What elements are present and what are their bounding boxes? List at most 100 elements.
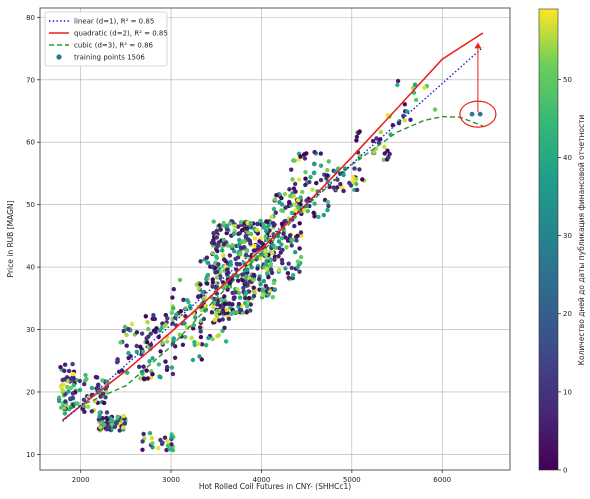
data-point — [298, 254, 304, 260]
data-point — [356, 130, 361, 135]
data-point — [121, 414, 126, 419]
data-point — [115, 414, 120, 419]
data-point — [172, 355, 178, 360]
data-point — [316, 214, 321, 220]
data-point — [128, 354, 133, 359]
data-point — [112, 424, 118, 429]
data-point — [272, 257, 277, 262]
data-point — [408, 117, 413, 123]
data-point — [156, 362, 162, 367]
data-point — [311, 210, 316, 215]
data-point — [296, 177, 302, 182]
data-point — [288, 193, 293, 199]
data-point — [347, 180, 352, 186]
data-point — [143, 314, 148, 319]
data-point — [196, 286, 201, 291]
data-point — [292, 202, 298, 207]
data-point — [270, 250, 275, 255]
data-point — [150, 441, 155, 446]
data-point — [77, 387, 83, 393]
data-point — [281, 231, 286, 236]
data-point — [165, 364, 170, 370]
data-point — [62, 411, 68, 416]
data-point — [222, 301, 228, 306]
data-point — [124, 332, 129, 338]
data-point — [140, 439, 145, 444]
data-point — [102, 422, 107, 427]
data-point — [171, 306, 176, 311]
data-point — [224, 307, 229, 313]
data-point — [210, 264, 215, 269]
data-point — [151, 313, 156, 318]
data-point — [171, 336, 176, 341]
data-point — [124, 343, 129, 348]
data-point — [312, 170, 317, 175]
data-point — [68, 385, 74, 391]
data-point — [122, 324, 128, 330]
data-point — [258, 282, 263, 287]
data-point — [282, 191, 288, 197]
x-tick-label: 3000 — [162, 476, 180, 484]
data-point — [137, 364, 142, 369]
data-point — [162, 323, 167, 329]
data-point — [215, 334, 220, 339]
y-tick-label: 60 — [26, 139, 35, 147]
data-point — [198, 282, 203, 287]
data-point — [263, 234, 268, 239]
data-point — [211, 230, 216, 236]
data-point — [70, 361, 75, 367]
data-point — [413, 97, 419, 103]
legend-marker — [56, 54, 62, 60]
data-point — [134, 349, 139, 354]
data-point — [248, 241, 253, 246]
data-point — [286, 275, 291, 280]
data-point — [276, 254, 281, 259]
data-point — [70, 391, 76, 396]
y-tick-label: 80 — [26, 14, 35, 22]
data-point — [354, 134, 360, 139]
data-point — [216, 262, 221, 267]
data-point — [354, 187, 360, 193]
chart-figure: 2000 3000 4000 5000 6000 1020304050607080 Ho… — [6, 7, 586, 491]
data-point — [236, 231, 241, 237]
data-point — [273, 245, 278, 250]
data-point — [286, 261, 291, 266]
data-point — [204, 276, 209, 282]
data-point — [178, 309, 184, 314]
data-point — [318, 163, 324, 168]
data-point — [318, 177, 324, 183]
data-point — [279, 202, 285, 207]
data-point — [214, 235, 219, 240]
data-point — [273, 210, 278, 215]
data-point — [165, 439, 170, 444]
data-point — [354, 181, 359, 187]
data-point — [283, 235, 288, 240]
data-point — [268, 257, 273, 262]
data-point — [150, 356, 155, 361]
data-point — [382, 144, 387, 150]
data-point — [303, 169, 308, 175]
data-point — [274, 193, 279, 198]
legend: linear (d=1), R² = 0.85 quadratic (d=2), … — [44, 11, 168, 67]
data-point — [326, 203, 331, 209]
data-point — [232, 223, 237, 229]
data-point — [197, 325, 203, 330]
data-point — [254, 228, 260, 233]
data-point — [236, 278, 241, 283]
data-point — [422, 85, 427, 90]
data-point — [212, 241, 217, 246]
data-point — [217, 318, 222, 323]
data-point — [223, 339, 229, 344]
data-point — [351, 175, 356, 180]
data-point — [129, 321, 135, 327]
data-point — [174, 312, 179, 317]
data-point — [326, 159, 331, 164]
data-point — [196, 294, 201, 300]
data-point — [169, 310, 174, 315]
data-point — [325, 207, 330, 213]
data-point — [102, 400, 107, 406]
data-point — [325, 199, 330, 205]
data-point — [241, 285, 246, 291]
data-point — [268, 263, 273, 268]
data-point — [370, 138, 376, 144]
